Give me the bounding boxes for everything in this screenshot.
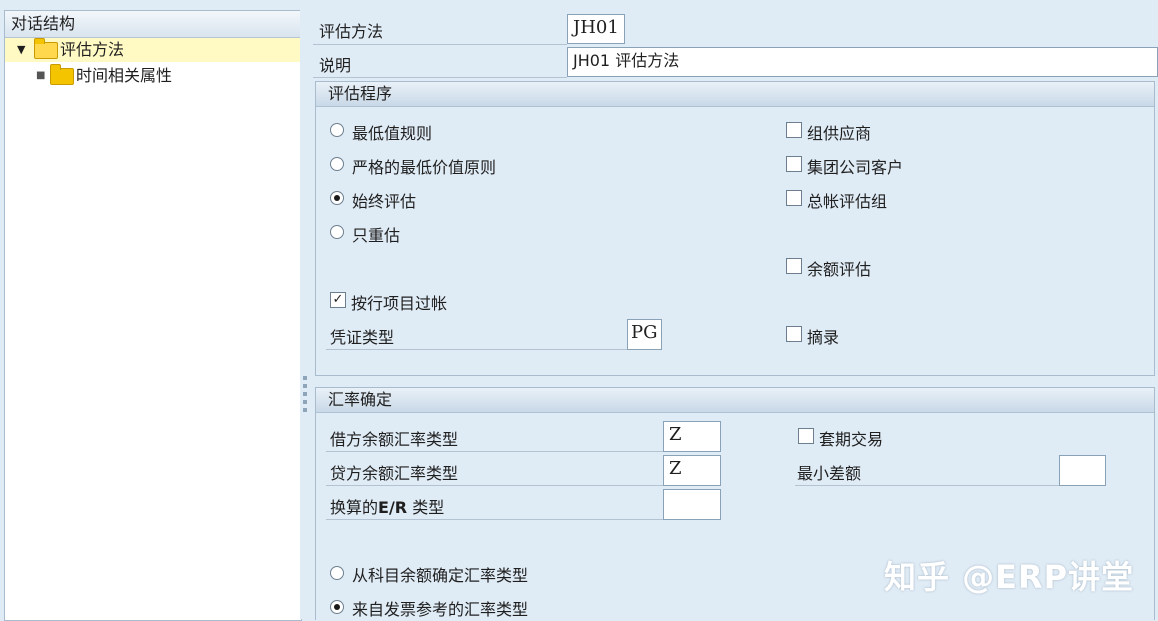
credit-rate-type-input[interactable]: Z (663, 455, 721, 486)
splitter-grip-icon[interactable] (303, 376, 307, 414)
radio-rate-from-invoice-reference[interactable] (330, 600, 344, 614)
credit-rate-type-label: 贷方余额汇率类型 (330, 464, 459, 483)
divider (326, 519, 663, 520)
checkbox-label: 余额评估 (807, 260, 872, 279)
radio-label: 来自发票参考的汇率类型 (352, 600, 529, 619)
method-label: 评估方法 (319, 22, 384, 41)
tree-item-label: 评估方法 (60, 40, 125, 59)
document-type-label: 凭证类型 (330, 328, 395, 347)
document-type-input[interactable]: PG (627, 319, 662, 350)
radio-rate-from-account-balance[interactable] (330, 566, 344, 580)
expand-triangle-icon[interactable]: ▼ (17, 38, 25, 62)
folder-open-icon (34, 38, 58, 59)
checkbox-hedge[interactable] (798, 428, 814, 444)
tree-header: 对话结构 (5, 11, 301, 38)
group-title: 汇率确定 (316, 388, 1154, 413)
checkbox-extract[interactable] (786, 326, 802, 342)
tree-item-label: 时间相关属性 (76, 66, 173, 85)
checkbox-post-by-line-item[interactable]: ✓ (330, 292, 346, 308)
folder-icon (50, 64, 74, 85)
checkbox-gl-valuation-group[interactable] (786, 190, 802, 206)
checkbox-label: 集团公司客户 (807, 158, 904, 177)
divider (795, 485, 1059, 486)
method-input[interactable]: JH01 (567, 14, 625, 44)
checkbox-label: 总帐评估组 (807, 192, 888, 211)
watermark: 知乎 @ERP讲堂 (884, 558, 1135, 596)
conversion-rate-type-input[interactable] (663, 489, 721, 520)
group-title: 评估程序 (316, 82, 1154, 107)
checkbox-group-customer[interactable] (786, 156, 802, 172)
divider (326, 349, 627, 350)
label-part: 换算的 (330, 498, 379, 517)
radio-label: 最低值规则 (352, 124, 433, 143)
radio-lowest-value[interactable] (330, 123, 344, 137)
checkbox-label: 组供应商 (807, 124, 872, 143)
radio-label: 从科目余额确定汇率类型 (352, 566, 529, 585)
divider (313, 77, 567, 78)
label-part: 类型 (407, 498, 445, 517)
divider (326, 485, 663, 486)
radio-label: 只重估 (352, 226, 401, 245)
checkbox-balance-valuation[interactable] (786, 258, 802, 274)
debit-rate-type-input[interactable]: Z (663, 421, 721, 452)
tree-item-valuation-method[interactable]: ▼ 评估方法 (5, 38, 300, 62)
description-input[interactable]: JH01 评估方法 (567, 47, 1158, 77)
radio-label: 严格的最低价值原则 (352, 158, 497, 177)
min-difference-label: 最小差额 (797, 464, 862, 483)
debit-rate-type-label: 借方余额汇率类型 (330, 430, 459, 449)
label-part: E/R (378, 498, 408, 517)
description-label: 说明 (319, 56, 352, 75)
radio-always-evaluate[interactable] (330, 191, 344, 205)
divider (313, 44, 567, 45)
splitter[interactable] (300, 0, 310, 619)
dialog-structure-tree: 对话结构 (4, 10, 302, 621)
checkbox-label: 按行项目过帐 (351, 294, 448, 313)
valuation-procedure-group: 评估程序 (315, 81, 1155, 376)
checkbox-label: 摘录 (807, 328, 840, 347)
dialog-structure-panel: 对话结构 ▼ 评估方法 ■ 时间相关属性 (0, 0, 302, 621)
divider (326, 451, 663, 452)
checkbox-vendor-group[interactable] (786, 122, 802, 138)
tree-item-time-dependent[interactable]: ■ 时间相关属性 (5, 64, 300, 88)
radio-label: 始终评估 (352, 192, 417, 211)
checkbox-label: 套期交易 (819, 430, 884, 449)
radio-strict-lowest[interactable] (330, 157, 344, 171)
radio-revaluation-only[interactable] (330, 225, 344, 239)
conversion-rate-type-label: 换算的E/R 类型 (330, 494, 444, 518)
min-difference-input[interactable] (1059, 455, 1106, 486)
leaf-bullet-icon: ■ (36, 70, 46, 81)
